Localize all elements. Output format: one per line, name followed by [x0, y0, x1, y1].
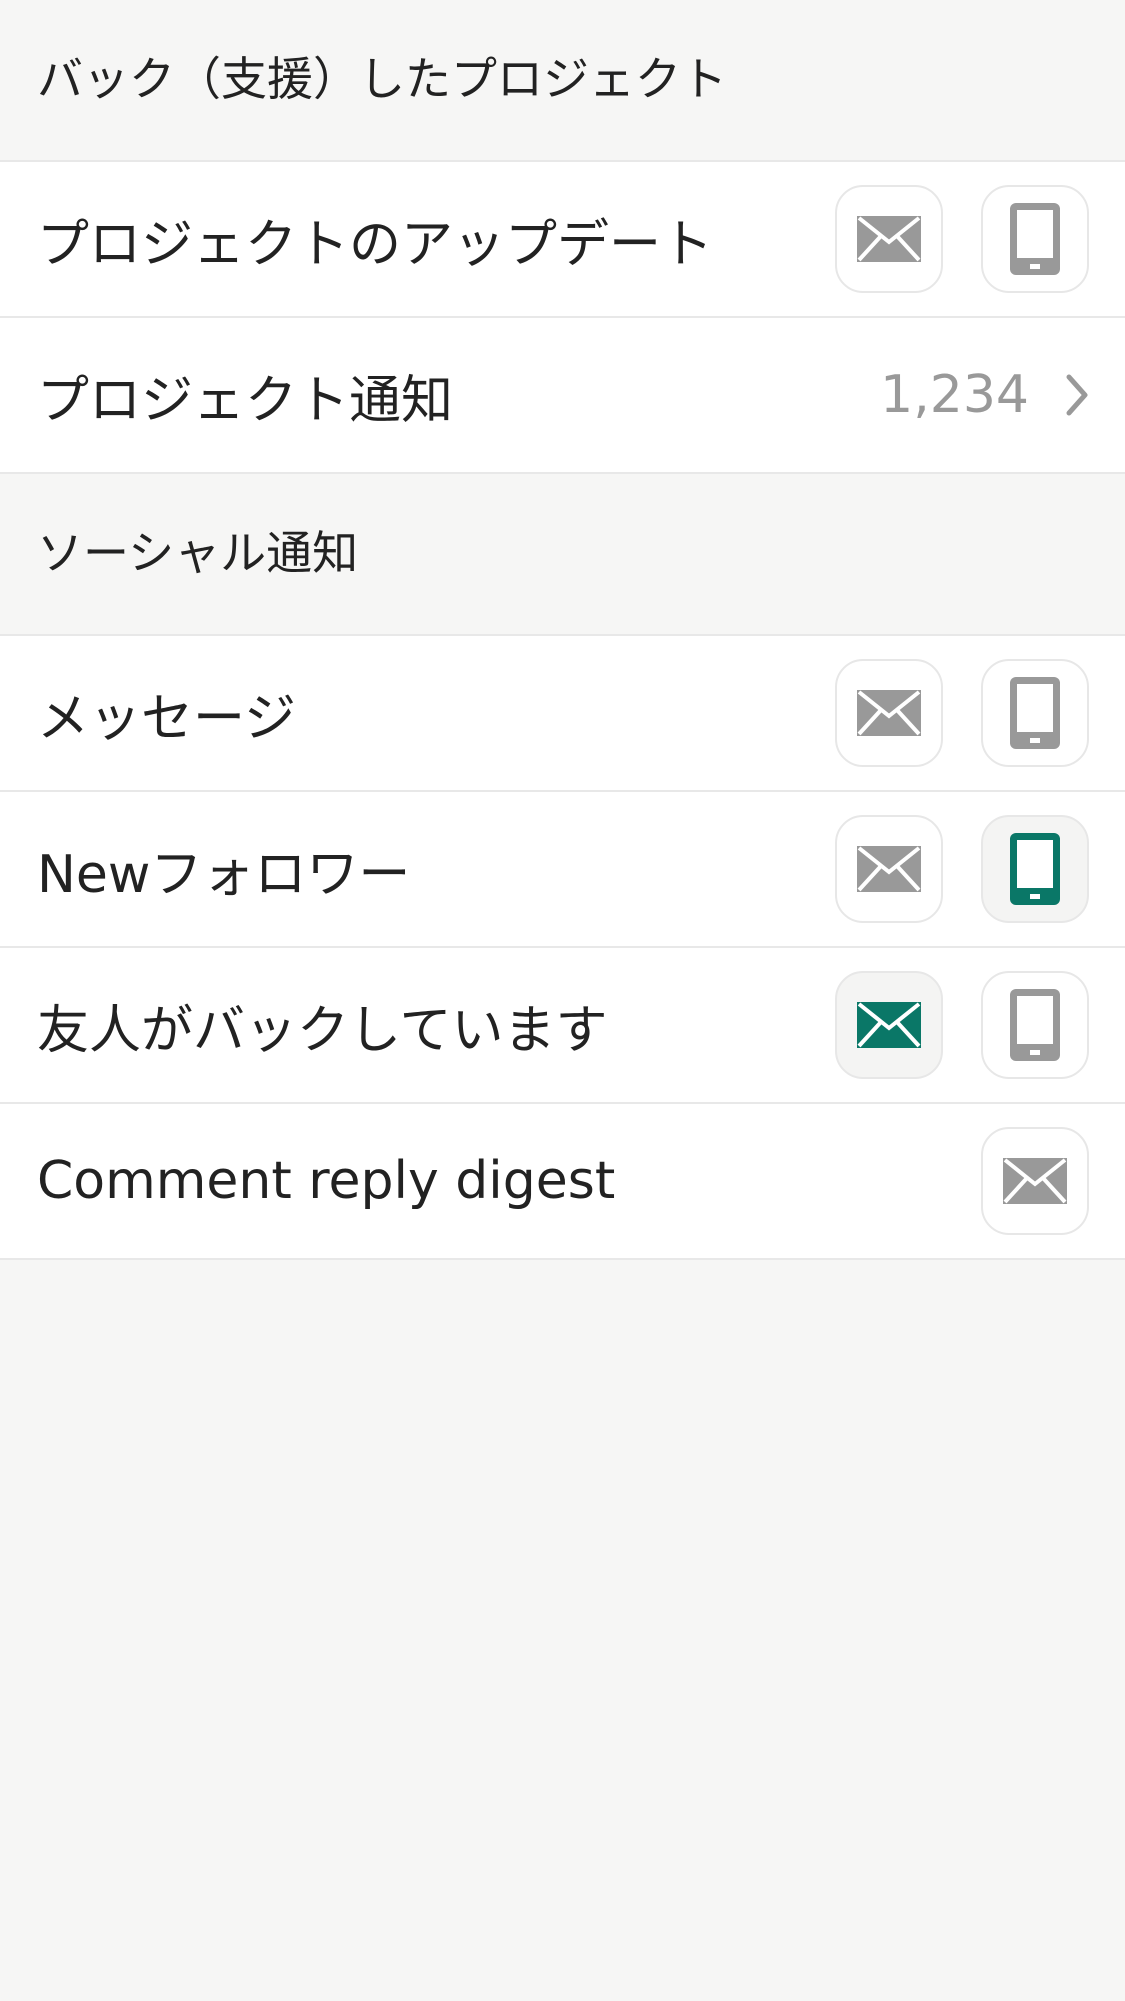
row-messages: メッセージ	[0, 636, 1125, 792]
notification-settings-screen: バック（支援）したプロジェクト プロジェクトのアップデート プロジェクト通知 1…	[0, 0, 1125, 2001]
phone-toggle-button[interactable]	[981, 659, 1089, 767]
section-header-social-notifications: ソーシャル通知	[0, 474, 1125, 636]
toggle-group	[835, 659, 1089, 767]
envelope-icon	[857, 846, 921, 892]
email-toggle-button[interactable]	[835, 185, 943, 293]
row-friends-backing: 友人がバックしています	[0, 948, 1125, 1104]
row-label: プロジェクト通知	[37, 370, 454, 431]
email-toggle-button[interactable]	[835, 659, 943, 767]
row-project-notifications[interactable]: プロジェクト通知 1,234	[0, 318, 1125, 474]
phone-toggle-button[interactable]	[981, 815, 1089, 923]
phone-icon	[1010, 989, 1060, 1061]
chevron-right-icon[interactable]	[1065, 373, 1089, 417]
row-project-updates: プロジェクトのアップデート	[0, 162, 1125, 318]
phone-toggle-button[interactable]	[981, 185, 1089, 293]
toggle-group	[835, 815, 1089, 923]
section-title: バック（支援）したプロジェクト	[37, 52, 727, 106]
phone-toggle-button[interactable]	[981, 971, 1089, 1079]
email-toggle-button[interactable]	[835, 971, 943, 1079]
notification-count: 1,234	[880, 365, 1029, 425]
section-header-backed-projects: バック（支援）したプロジェクト	[0, 0, 1125, 162]
row-new-followers: Newフォロワー	[0, 792, 1125, 948]
envelope-icon	[857, 216, 921, 262]
row-label: Comment reply digest	[37, 1151, 616, 1211]
row-comment-reply-digest: Comment reply digest	[0, 1104, 1125, 1260]
row-label: 友人がバックしています	[37, 1000, 608, 1061]
envelope-icon	[857, 690, 921, 736]
row-label: プロジェクトのアップデート	[37, 214, 714, 275]
phone-icon	[1010, 203, 1060, 275]
toggle-group	[835, 971, 1089, 1079]
section-title: ソーシャル通知	[37, 526, 359, 580]
envelope-icon	[1003, 1158, 1067, 1204]
email-toggle-button[interactable]	[981, 1127, 1089, 1235]
email-toggle-button[interactable]	[835, 815, 943, 923]
row-label: メッセージ	[37, 688, 296, 749]
phone-icon	[1010, 833, 1060, 905]
toggle-group	[981, 1127, 1089, 1235]
envelope-icon	[857, 1002, 921, 1048]
phone-icon	[1010, 677, 1060, 749]
row-label: Newフォロワー	[37, 844, 411, 905]
toggle-group	[835, 185, 1089, 293]
